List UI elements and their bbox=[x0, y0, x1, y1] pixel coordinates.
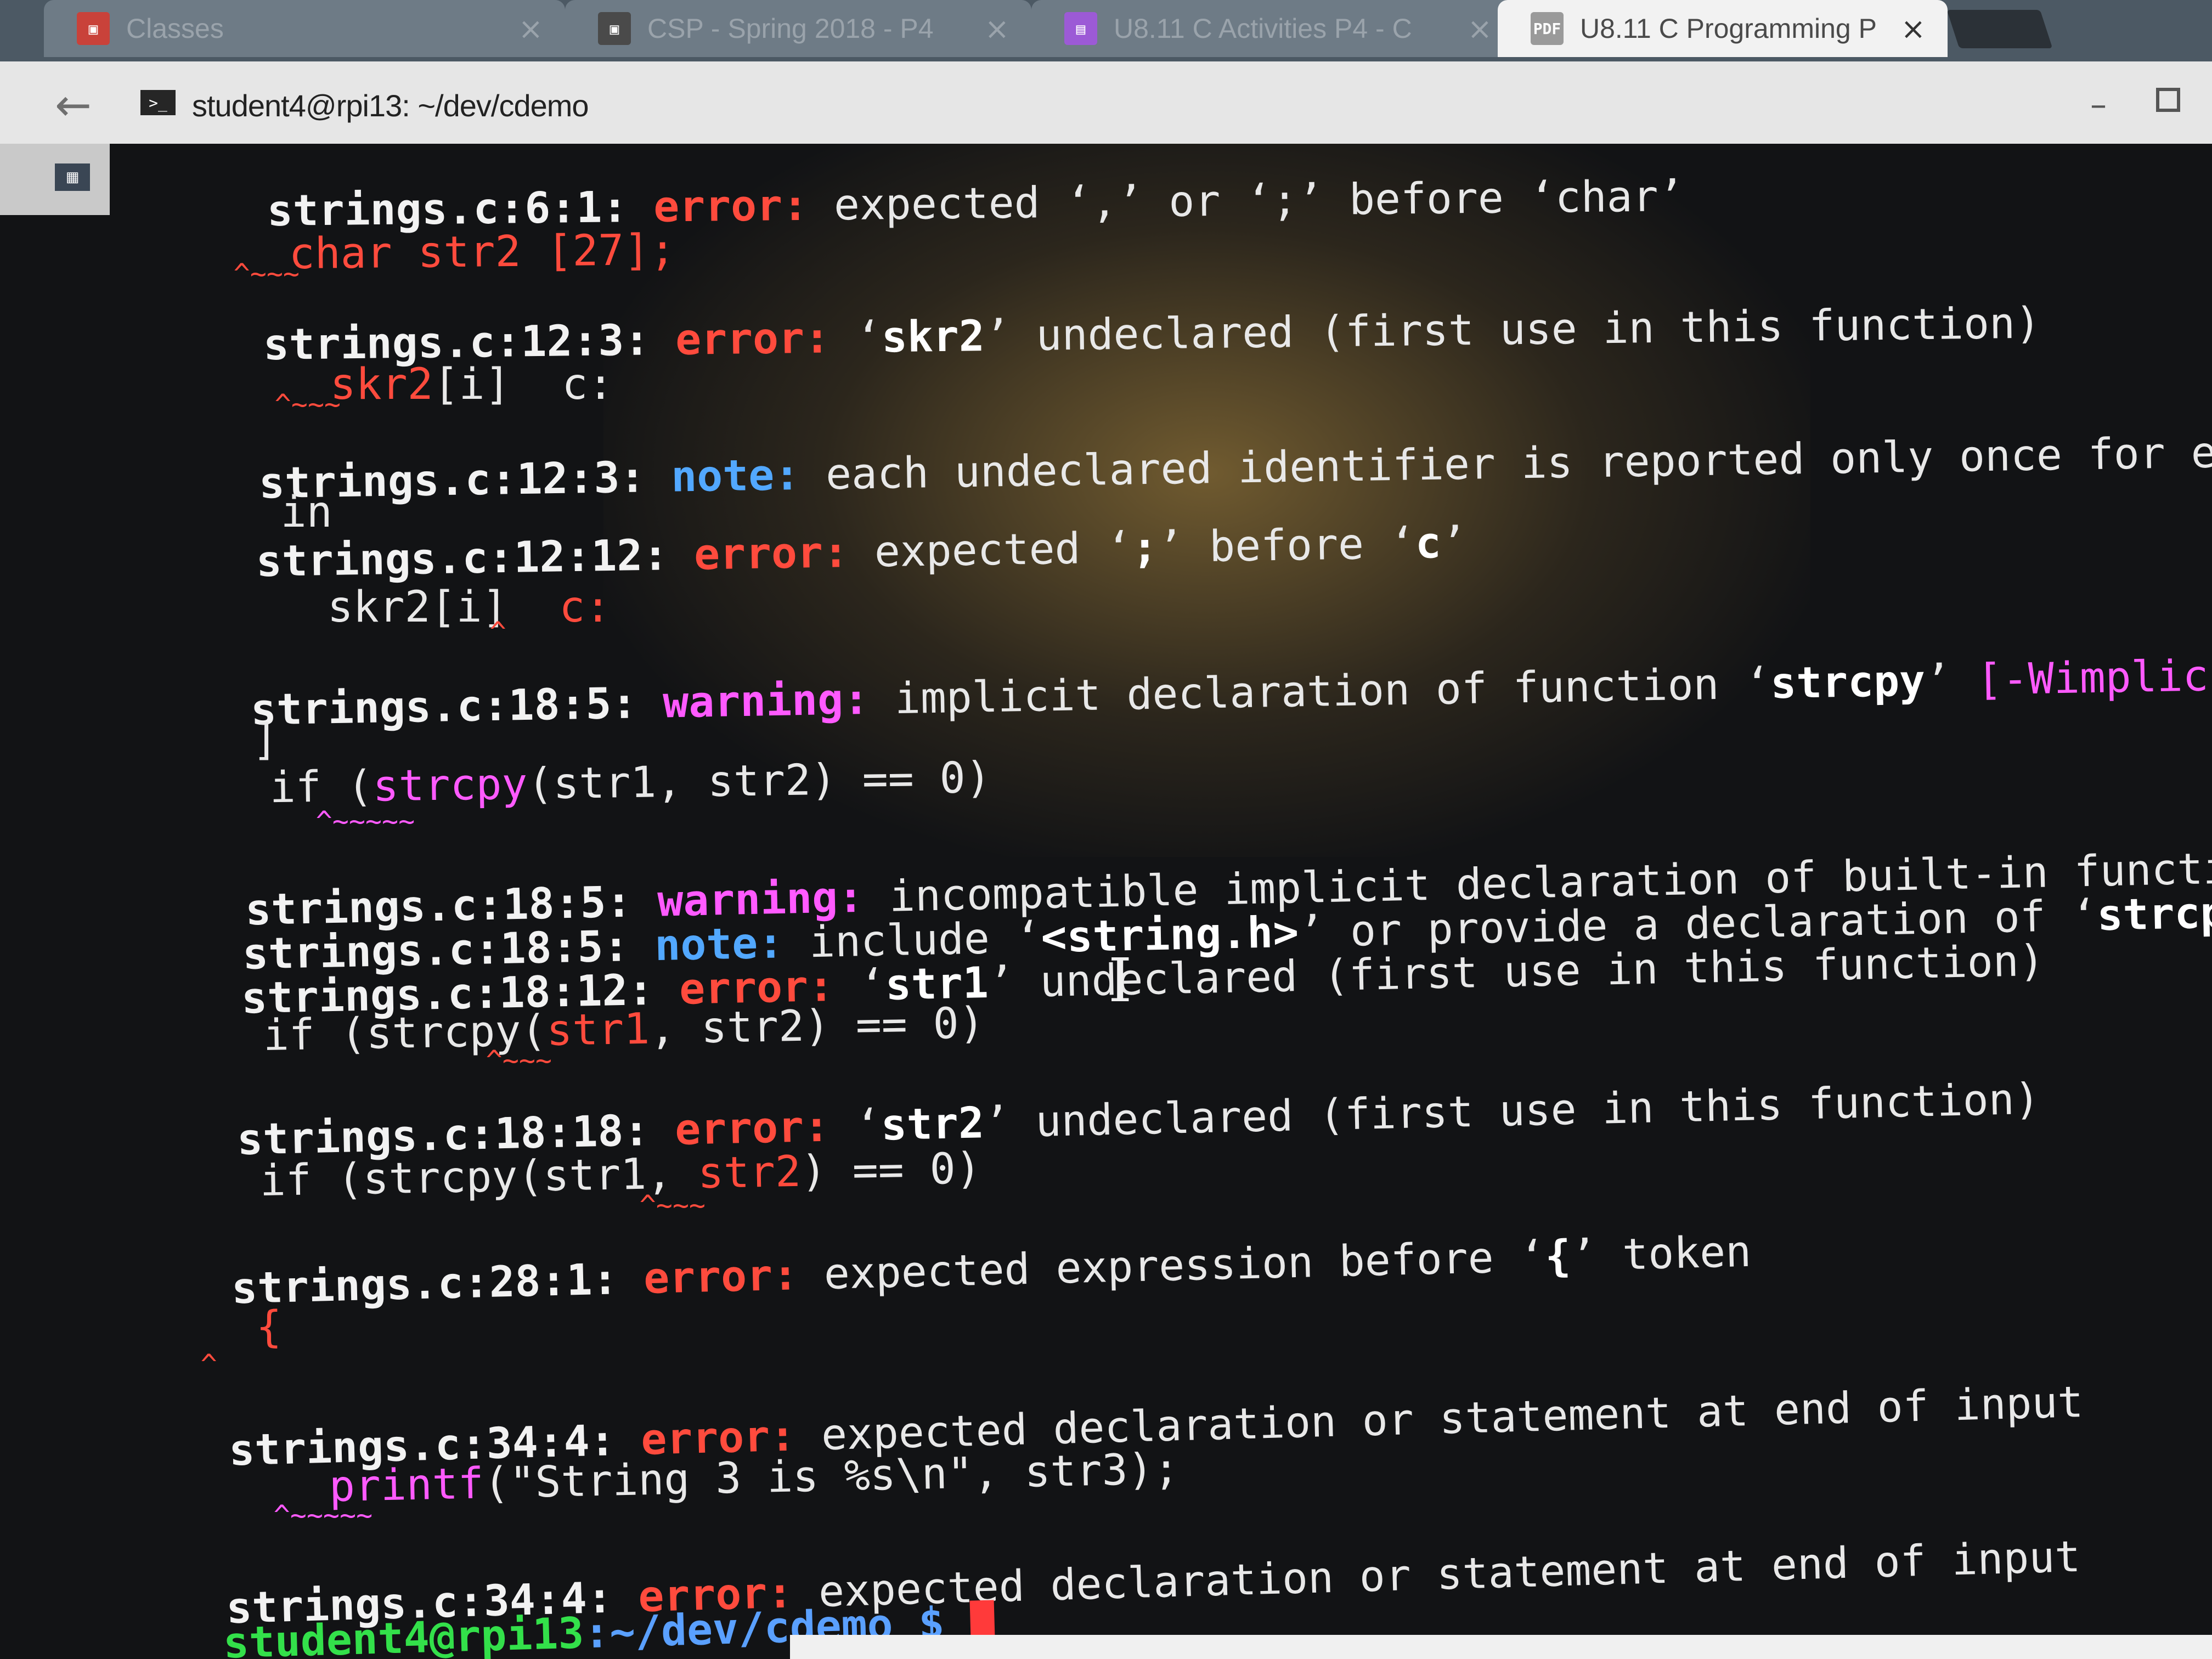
terminal-output[interactable]: strings.c:6:1: error: expected ‘,’ or ‘;… bbox=[0, 144, 2212, 1659]
back-arrow-icon[interactable]: ← bbox=[55, 83, 92, 127]
launcher-tab[interactable]: ▦ bbox=[0, 144, 110, 215]
bottom-shelf bbox=[790, 1635, 2212, 1659]
browser-tab-strip: ▣ Classes × ▣ CSP - Spring 2018 - P4 × ▤… bbox=[0, 0, 2212, 61]
close-icon[interactable]: × bbox=[1468, 12, 1492, 46]
classroom-icon: ▣ bbox=[598, 12, 631, 45]
tab-classes[interactable]: ▣ Classes × bbox=[44, 0, 565, 57]
close-icon[interactable]: × bbox=[1901, 12, 1926, 46]
tab-csp-spring[interactable]: ▣ CSP - Spring 2018 - P4 × bbox=[565, 0, 1031, 57]
terminal-icon: >_ bbox=[140, 90, 176, 115]
tab-title: U8.11 C Programming P bbox=[1580, 13, 1877, 44]
close-icon[interactable]: × bbox=[985, 12, 1009, 46]
screen: ▣ Classes × ▣ CSP - Spring 2018 - P4 × ▤… bbox=[0, 0, 2212, 1659]
folder-icon: ▦ bbox=[55, 163, 90, 191]
minimize-icon[interactable]: – bbox=[2090, 86, 2107, 124]
tab-c-programming[interactable]: PDF U8.11 C Programming P × bbox=[1498, 0, 1948, 57]
close-icon[interactable]: × bbox=[518, 12, 543, 46]
window-title: student4@rpi13: ~/dev/cdemo bbox=[192, 88, 589, 123]
pdf-icon: PDF bbox=[1531, 12, 1564, 45]
tab-c-activities[interactable]: ▤ U8.11 C Activities P4 - C × bbox=[1031, 0, 1514, 57]
text-cursor-icon: I bbox=[1108, 945, 1132, 1015]
window-title-bar: ← >_ student4@rpi13: ~/dev/cdemo – bbox=[0, 61, 2212, 144]
tab-title: Classes bbox=[126, 13, 224, 44]
maximize-icon[interactable] bbox=[2156, 88, 2180, 112]
slides-icon: ▤ bbox=[1064, 12, 1097, 45]
classroom-icon: ▣ bbox=[77, 12, 110, 45]
tab-title: CSP - Spring 2018 - P4 bbox=[647, 13, 934, 44]
new-tab-button[interactable] bbox=[1946, 10, 2053, 48]
tab-title: U8.11 C Activities P4 - C bbox=[1114, 13, 1412, 44]
prompt-user: student4@rpi13 bbox=[222, 1609, 585, 1659]
